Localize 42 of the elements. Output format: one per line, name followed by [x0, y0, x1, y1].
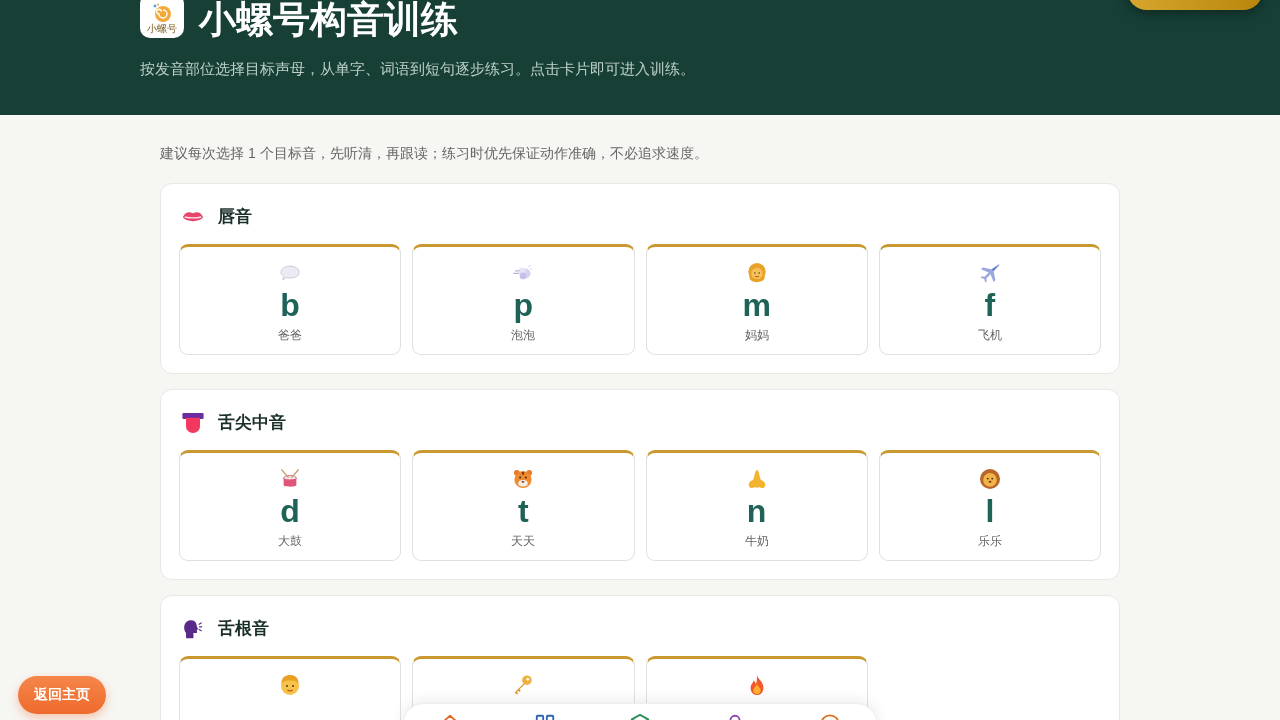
- app-subtitle: 按发音部位选择目标声母，从单字、词语到短句逐步练习。点击卡片即可进入训练。: [140, 59, 695, 79]
- section-title: 唇音: [218, 206, 252, 228]
- lion-face-icon: [979, 469, 1000, 489]
- nose-icon: [746, 469, 767, 489]
- consonant-card[interactable]: n 牛奶: [645, 450, 868, 561]
- example-word: 飞机: [977, 327, 1002, 343]
- boy-emoji-icon: [280, 675, 301, 695]
- example-word: 大鼓: [278, 533, 303, 549]
- logo-text: 小螺号: [147, 22, 177, 34]
- consonant-letter: m: [742, 287, 771, 323]
- example-word: 爸爸: [278, 327, 303, 343]
- consonant-card[interactable]: m 妈妈: [645, 244, 868, 355]
- section-title: 舌尖中音: [218, 412, 286, 434]
- tongue-icon: [182, 413, 204, 433]
- consonant-card[interactable]: t 天天: [412, 450, 635, 561]
- consonant-letter: t: [518, 493, 529, 529]
- example-word: 乐乐: [977, 533, 1002, 549]
- tiger-face-icon: [513, 469, 534, 489]
- example-word: 天天: [511, 533, 536, 549]
- speaking-head-icon: [182, 619, 204, 639]
- consonant-card[interactable]: f 飞机: [878, 244, 1101, 355]
- example-word: 妈妈: [744, 327, 769, 343]
- airplane-icon: [979, 263, 1000, 283]
- example-word: 牛奶: [744, 533, 769, 549]
- hint-text: 建议每次选择 1 个目标音，先听清，再跟读；练习时优先保证动作准确，不必追求速度。: [160, 144, 709, 163]
- consonant-letter: f: [984, 287, 996, 323]
- example-word: 泡泡: [511, 327, 536, 343]
- consonant-card[interactable]: l 乐乐: [878, 450, 1101, 561]
- consonant-letter: d: [280, 493, 300, 529]
- consonant-letter: p: [513, 287, 534, 323]
- consonant-letter: l: [985, 493, 995, 529]
- consonant-letter: b: [280, 287, 300, 323]
- speech-bubble-icon: [280, 263, 301, 283]
- app-title: 小螺号构音训练: [199, 0, 458, 40]
- consonant-letter: n: [746, 493, 767, 529]
- consonant-card[interactable]: b 爸爸: [179, 244, 402, 355]
- section-title: 舌根音: [218, 618, 269, 640]
- key-icon: [513, 675, 534, 695]
- consonant-card[interactable]: d 大鼓: [179, 450, 402, 561]
- drum-icon: [280, 469, 301, 489]
- woman-emoji-icon: [746, 263, 767, 283]
- consonant-card[interactable]: p 泡泡: [412, 244, 635, 355]
